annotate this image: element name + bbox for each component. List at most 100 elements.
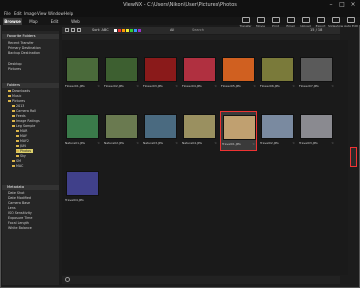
folder-item[interactable]: Sky	[20, 154, 26, 158]
folder-item[interactable]: Pictures	[12, 99, 25, 103]
menu-window[interactable]: Window	[48, 11, 64, 16]
rating-icon[interactable]: ☆	[253, 84, 256, 88]
thumbnail[interactable]: Flower02.JPG ☆	[103, 54, 140, 94]
scrollbar-thumb[interactable]	[350, 147, 357, 167]
folder-item[interactable]: Image Ratings	[16, 119, 40, 123]
color-label-swatch[interactable]	[122, 29, 125, 32]
rating-icon[interactable]: ☆	[292, 141, 295, 145]
color-label-swatch[interactable]	[134, 29, 137, 32]
color-label-swatch[interactable]	[126, 29, 129, 32]
metadata-item[interactable]: Camera Base	[8, 201, 30, 205]
thumbnail[interactable]: Travel04.JPG	[64, 168, 101, 208]
metadata-item[interactable]: ISO Sensitivity	[8, 211, 32, 215]
menu-view[interactable]: View	[37, 11, 47, 16]
folder-item[interactable]: Feeds	[16, 114, 26, 118]
folder-item[interactable]: MAR	[20, 129, 27, 133]
thumbnail[interactable]: Flower06.JPG ☆	[259, 54, 296, 94]
thumbnail[interactable]: Travel03.JPG ☆	[298, 111, 335, 151]
fav-item[interactable]: Recent Transfer	[8, 41, 34, 45]
metadata-item[interactable]: Lens	[8, 206, 16, 210]
metadata-item[interactable]: Date Shot	[8, 191, 24, 195]
tab-map[interactable]: Map	[24, 18, 43, 25]
menu-file[interactable]: File	[4, 11, 11, 16]
minimize-icon[interactable]: –	[326, 1, 336, 9]
thumbnail[interactable]: Nature01.JPG ☆	[64, 111, 101, 151]
folder-item[interactable]: MAY2	[20, 139, 29, 143]
menu-help[interactable]: Help	[64, 11, 73, 16]
metadata-item[interactable]: Focal Length	[8, 221, 29, 225]
fav-item[interactable]: Desktop	[8, 62, 22, 66]
menu-edit[interactable]: Edit	[14, 11, 22, 16]
menu-image[interactable]: Image	[24, 11, 37, 16]
color-label-swatch[interactable]	[118, 29, 121, 32]
rating-icon[interactable]: ☆	[97, 84, 100, 88]
rating-icon[interactable]: ☆	[136, 84, 139, 88]
close-icon[interactable]: ×	[348, 1, 358, 9]
thumbnail[interactable]: Flower01.JPG ☆	[64, 54, 101, 94]
folders-header[interactable]: Folders	[2, 83, 59, 88]
filmstrip-icon[interactable]	[77, 28, 81, 32]
folder-icon	[8, 99, 11, 103]
rating-icon[interactable]: ☆	[331, 84, 334, 88]
folder-icon	[16, 134, 19, 138]
folder-item[interactable]: MAY	[20, 134, 27, 138]
fav-item[interactable]: Pictures	[8, 67, 21, 71]
rating-icon[interactable]: ☆	[214, 141, 217, 145]
folder-item[interactable]: SM	[16, 159, 21, 163]
transfer-icon	[241, 17, 250, 23]
folder-item[interactable]: MAC	[16, 164, 23, 168]
thumbnail-image	[144, 57, 177, 82]
grid-view-icon[interactable]	[65, 28, 69, 32]
color-label-swatch[interactable]	[130, 29, 133, 32]
metadata-item[interactable]: Date Modified	[8, 196, 31, 200]
rating-icon[interactable]: ☆	[97, 141, 100, 145]
thumbnail[interactable]: Travel02.JPG ☆	[259, 111, 296, 151]
folder-item[interactable]: Camera Roll	[16, 109, 36, 113]
rating-icon[interactable]: ☆	[175, 141, 178, 145]
filter-all[interactable]: All	[170, 28, 174, 32]
sort-dropdown[interactable]: Sort: ABC	[92, 28, 109, 32]
rating-icon[interactable]: ☆	[292, 84, 295, 88]
tab-web[interactable]: Web	[66, 18, 85, 25]
rating-icon[interactable]: ☆	[252, 142, 255, 146]
maximize-icon[interactable]: □	[337, 1, 347, 9]
folder-item[interactable]: Music	[12, 94, 21, 98]
metadata-item[interactable]: Exposure Time	[8, 216, 32, 220]
folder-icon	[12, 114, 15, 118]
color-label-swatch[interactable]	[138, 29, 141, 32]
color-label-swatch[interactable]	[114, 29, 117, 32]
rating-icon[interactable]: ☆	[331, 141, 334, 145]
fav-item[interactable]: Primary Destination	[8, 46, 41, 50]
list-view-icon[interactable]	[71, 28, 75, 32]
thumbnail[interactable]: Flower07.JPG ☆	[298, 54, 335, 94]
thumbnail-image	[300, 57, 333, 82]
thumbnail[interactable]: Travel01.JPG ☆	[220, 111, 257, 151]
rating-icon[interactable]: ☆	[175, 84, 178, 88]
bottom-bar	[62, 276, 340, 284]
rating-icon[interactable]: ☆	[136, 141, 139, 145]
thumbnail-image	[300, 114, 333, 139]
thumbnail[interactable]: Flower03.JPG ☆	[142, 54, 179, 94]
thumbnail[interactable]: Flower05.JPG ☆	[220, 54, 257, 94]
folder-item[interactable]: Leg Sample	[16, 124, 35, 128]
folder-item[interactable]: JUN	[20, 144, 26, 148]
folder-item[interactable]: Downloads	[12, 89, 30, 93]
thumbnail[interactable]: Nature04.JPG ☆	[181, 111, 218, 151]
rating-icon[interactable]: ☆	[214, 84, 217, 88]
zoom-icon[interactable]	[65, 277, 70, 282]
favorite-folders-header[interactable]: Favorite Folders	[2, 34, 59, 39]
auto-edit-button[interactable]: Auto Edit	[343, 17, 359, 31]
folder-icon	[12, 124, 15, 128]
tab-browse[interactable]: Browse	[3, 18, 22, 25]
folder-item[interactable]: 2013	[16, 104, 24, 108]
thumbnail[interactable]: Nature03.JPG ☆	[142, 111, 179, 151]
metadata-header[interactable]: Metadata	[2, 185, 59, 190]
thumbnail[interactable]: Flower04.JPG ☆	[181, 54, 218, 94]
tab-edit[interactable]: Edit	[45, 18, 64, 25]
metadata-item[interactable]: White Balance	[8, 226, 32, 230]
search-field[interactable]: Search	[192, 28, 204, 32]
folder-item-selected[interactable]: Photos	[20, 149, 31, 153]
fav-item[interactable]: Backup Destination	[8, 51, 40, 55]
thumbnail[interactable]: Nature02.JPG ☆	[103, 111, 140, 151]
slideshow-icon	[331, 17, 340, 23]
